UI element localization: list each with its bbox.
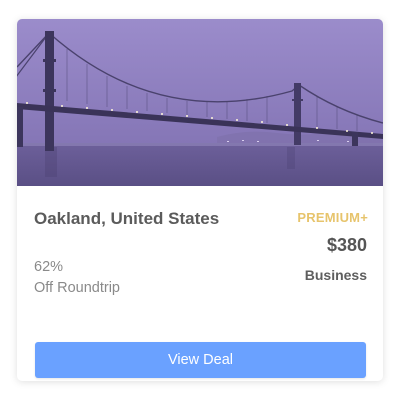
tier-badge: PREMIUM+: [297, 210, 368, 225]
price: $380: [326, 235, 367, 255]
deal-card[interactable]: Oakland, United States 62% Off Roundtrip…: [17, 19, 383, 381]
discount-value: 62%: [34, 259, 64, 275]
view-deal-button[interactable]: View Deal: [35, 342, 366, 378]
cabin-class: Business: [304, 267, 367, 283]
destination-photo: [17, 19, 383, 186]
destination-title: Oakland, United States: [34, 209, 220, 228]
discount-label: Off Roundtrip: [34, 280, 120, 296]
deal-details: Oakland, United States 62% Off Roundtrip…: [17, 186, 383, 381]
